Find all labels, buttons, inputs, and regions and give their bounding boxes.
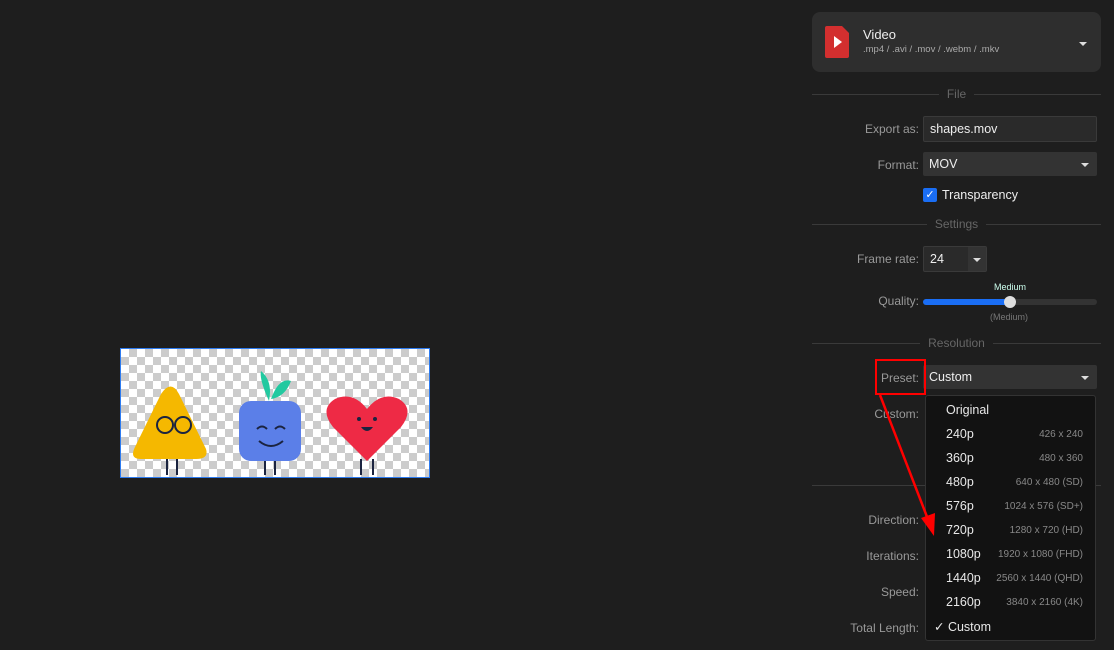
section-resolution: Resolution: [812, 336, 1101, 350]
preset-option-custom[interactable]: ✓ Custom: [926, 614, 1095, 638]
format-select[interactable]: MOV: [923, 152, 1097, 176]
transparency-label: Transparency: [942, 188, 1018, 202]
preset-option-240p[interactable]: 240p 426 x 240: [926, 422, 1095, 446]
export-filename-input[interactable]: shapes.mov: [923, 116, 1097, 142]
preset-option-480p[interactable]: 480p 640 x 480 (SD): [926, 470, 1095, 494]
preset-option-720p[interactable]: 720p 1280 x 720 (HD): [926, 518, 1095, 542]
format-value: MOV: [929, 157, 958, 171]
speed-label: Speed:: [880, 585, 919, 599]
quality-slider-fill: [923, 299, 1010, 305]
frame-rate-label: Frame rate:: [856, 252, 919, 266]
annotation-highlight-box: [875, 359, 926, 395]
quality-sub-label: (Medium): [990, 312, 1029, 322]
export-as-label: Export as:: [864, 122, 919, 136]
frame-rate-value: 24: [930, 252, 944, 266]
preset-option-360p[interactable]: 360p 480 x 360: [926, 446, 1095, 470]
section-settings: Settings: [812, 217, 1101, 231]
frame-rate-dropdown[interactable]: [968, 247, 986, 271]
preset-option-2160p[interactable]: 2160p 3840 x 2160 (4K): [926, 590, 1095, 614]
preset-option-1080p[interactable]: 1080p 1920 x 1080 (FHD): [926, 542, 1095, 566]
transparency-checkbox[interactable]: ✓: [923, 188, 937, 202]
chevron-down-icon: [1081, 163, 1089, 167]
iterations-label: Iterations:: [866, 549, 919, 563]
format-label: Format:: [877, 158, 919, 172]
custom-label: Custom:: [874, 407, 919, 421]
chevron-down-icon: [973, 258, 981, 262]
direction-label: Direction:: [868, 513, 919, 527]
preset-option-576p[interactable]: 576p 1024 x 576 (SD+): [926, 494, 1095, 518]
canvas-preview: [120, 348, 430, 478]
preset-value: Custom: [929, 370, 973, 384]
chevron-down-icon: [1079, 42, 1087, 46]
chevron-down-icon: [1081, 376, 1089, 380]
section-file: File: [812, 87, 1101, 101]
quality-label: Quality:: [878, 294, 919, 308]
preset-option-1440p[interactable]: 1440p 2560 x 1440 (QHD): [926, 566, 1095, 590]
quality-slider-thumb[interactable]: [1004, 296, 1016, 308]
preset-select[interactable]: Custom: [923, 365, 1097, 389]
total-length-label: Total Length:: [850, 621, 919, 635]
shapes-illustration: [133, 371, 408, 475]
export-type-selector[interactable]: Video .mp4 / .avi / .mov / .webm / .mkv: [812, 12, 1101, 72]
preset-dropdown-menu: Original 240p 426 x 240 360p 480 x 360 480…: [925, 395, 1096, 641]
frame-rate-input[interactable]: 24: [923, 246, 987, 272]
video-file-icon: [825, 26, 849, 58]
quality-slider[interactable]: [923, 296, 1097, 308]
quality-value-label: Medium: [994, 282, 1027, 292]
export-type-formats: .mp4 / .avi / .mov / .webm / .mkv: [863, 44, 1000, 55]
export-type-title: Video: [863, 27, 897, 42]
preset-option-original[interactable]: Original: [926, 398, 1095, 422]
